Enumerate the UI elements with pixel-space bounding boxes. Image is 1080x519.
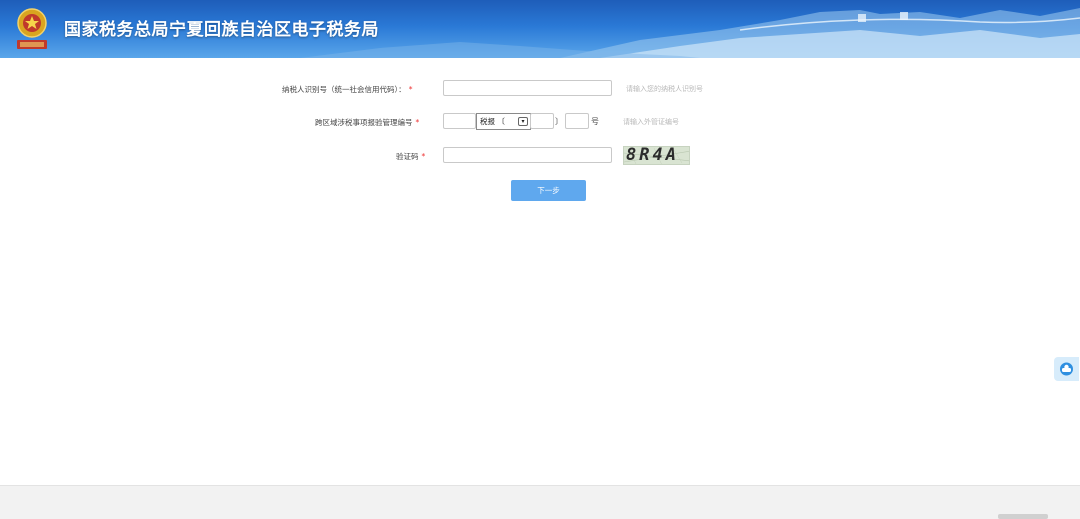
taxpayer-id-input[interactable] [443,80,612,96]
tax-emblem-icon [13,6,51,52]
customer-service-widget[interactable] [1054,357,1079,381]
taxpayer-id-label-text: 纳税人识别号（统一社会信用代码）： [282,85,406,94]
taxpayer-id-hint: 请输入您的纳税人识别号 [626,85,703,93]
captcha-text: 8R4A [626,146,679,165]
chevron-down-icon: ▾ [518,117,528,126]
tax-report-select-value: 税报 [480,117,495,126]
site-title: 国家税务总局宁夏回族自治区电子税务局 [64,20,379,40]
number-suffix: 号 [591,117,599,126]
captcha-input[interactable] [443,147,612,163]
next-step-button[interactable]: 下一步 [511,180,586,201]
captcha-image[interactable]: 8R4A [623,146,690,165]
cross-region-label: 跨区域涉税事项报验管理编号 * [315,117,419,128]
customer-service-icon [1060,362,1073,376]
required-mark: * [415,118,420,127]
captcha-label-text: 验证码 [396,152,419,161]
required-mark: * [421,152,426,161]
cross-region-prefix-input[interactable] [443,113,476,129]
cross-region-number-input[interactable] [565,113,589,129]
taxpayer-id-label: 纳税人识别号（统一社会信用代码）： * [282,84,413,95]
cross-region-year-input[interactable] [530,113,554,129]
captcha-label: 验证码 * [396,151,425,162]
bracket-close: 〕 [555,117,563,126]
tax-report-select[interactable]: 税报 〔 ▾ [476,113,531,130]
header-banner: 国家税务总局宁夏回族自治区电子税务局 [0,0,1080,58]
required-mark: * [408,85,413,94]
bracket-open: 〔 [497,117,505,126]
footer-bar [0,485,1080,519]
cross-region-label-text: 跨区域涉税事项报验管理编号 [315,118,413,127]
horizontal-scrollbar-thumb[interactable] [998,514,1048,519]
cross-region-hint: 请输入外管证编号 [623,118,679,126]
